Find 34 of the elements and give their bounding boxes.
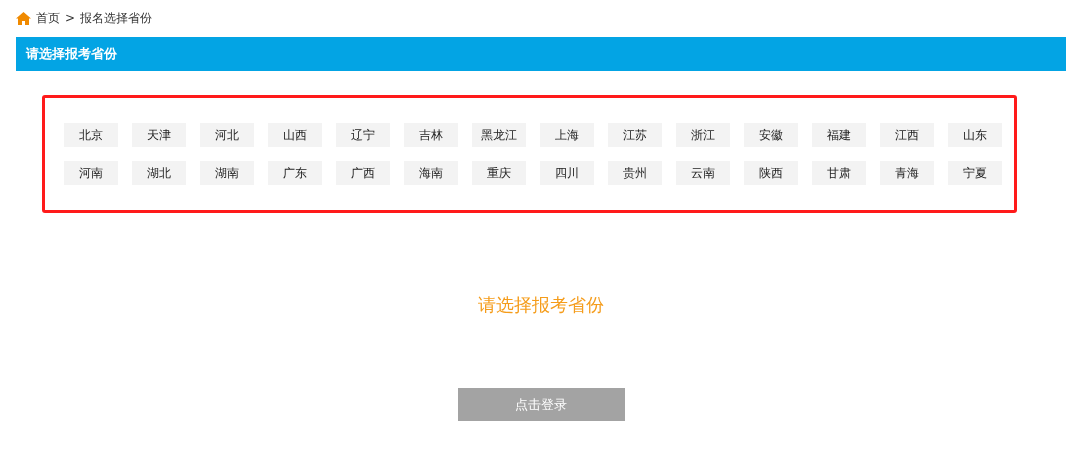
province-button[interactable]: 江苏 — [608, 123, 662, 147]
province-button[interactable]: 青海 — [880, 161, 934, 185]
province-button[interactable]: 安徽 — [744, 123, 798, 147]
province-button[interactable]: 天津 — [132, 123, 186, 147]
home-icon[interactable] — [16, 11, 31, 25]
province-button[interactable]: 上海 — [540, 123, 594, 147]
province-button[interactable]: 吉林 — [404, 123, 458, 147]
prompt-message: 请选择报考省份 — [477, 293, 605, 317]
province-button[interactable]: 山西 — [268, 123, 322, 147]
province-button[interactable]: 宁夏 — [948, 161, 1002, 185]
breadcrumb-separator: > — [65, 11, 76, 25]
province-button[interactable]: 河南 — [64, 161, 118, 185]
province-button[interactable]: 陕西 — [744, 161, 798, 185]
province-button[interactable]: 福建 — [812, 123, 866, 147]
province-button[interactable]: 北京 — [64, 123, 118, 147]
province-button[interactable]: 辽宁 — [336, 123, 390, 147]
province-button[interactable]: 海南 — [404, 161, 458, 185]
province-button[interactable]: 广东 — [268, 161, 322, 185]
breadcrumb-current: 报名选择省份 — [80, 9, 153, 27]
province-button[interactable]: 甘肃 — [812, 161, 866, 185]
province-button[interactable]: 浙江 — [676, 123, 730, 147]
province-button[interactable]: 山东 — [948, 123, 1002, 147]
province-button[interactable]: 四川 — [540, 161, 594, 185]
breadcrumb-link[interactable]: 首页 — [36, 9, 60, 27]
province-button[interactable]: 黑龙江 — [472, 123, 526, 147]
province-button[interactable]: 广西 — [336, 161, 390, 185]
province-button[interactable]: 贵州 — [608, 161, 662, 185]
province-button[interactable]: 湖北 — [132, 161, 186, 185]
province-button[interactable]: 重庆 — [472, 161, 526, 185]
section-header: 请选择报考省份 — [16, 37, 1066, 71]
province-button[interactable]: 江西 — [880, 123, 934, 147]
province-button[interactable]: 云南 — [676, 161, 730, 185]
province-button[interactable]: 河北 — [200, 123, 254, 147]
province-button[interactable]: 湖南 — [200, 161, 254, 185]
